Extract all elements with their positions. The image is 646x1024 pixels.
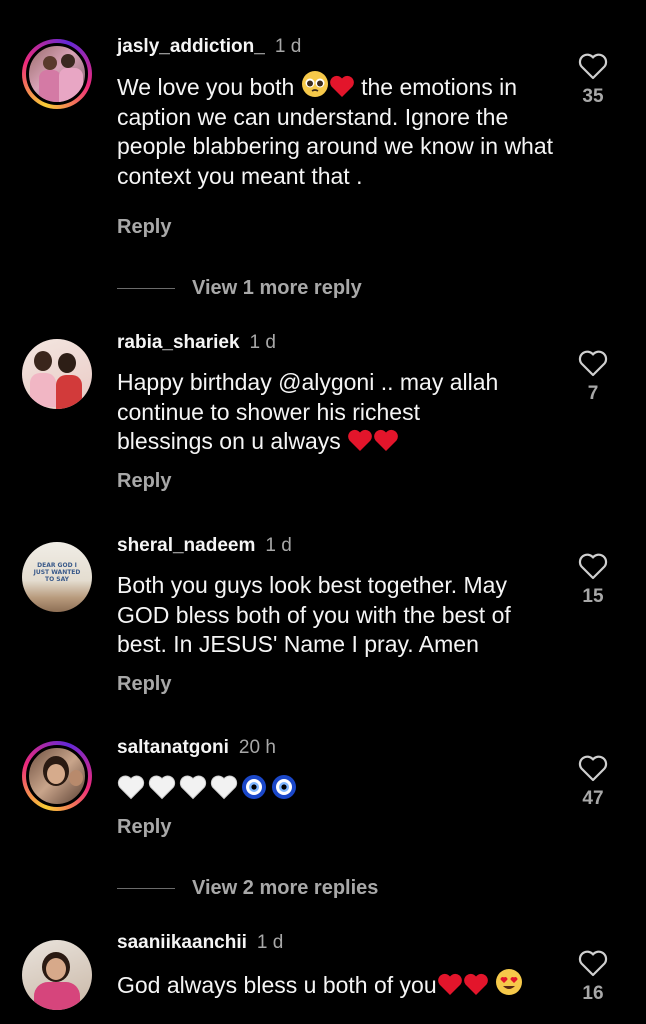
heart-outline-icon[interactable] xyxy=(578,950,608,977)
username[interactable]: sheral_nadeem xyxy=(117,535,255,556)
red-heart-icon xyxy=(463,973,488,995)
comment-time: 1 d xyxy=(249,332,276,353)
red-heart-icon xyxy=(329,75,354,97)
white-heart-icon xyxy=(210,775,238,800)
avatar[interactable] xyxy=(22,39,92,109)
username[interactable]: saaniikaanchii xyxy=(117,932,247,953)
comment-text: Happy birthday @alygoni .. may allah con… xyxy=(117,369,499,454)
reply-button[interactable]: Reply xyxy=(117,816,171,839)
red-heart-icon xyxy=(437,973,462,995)
reply-button[interactable]: Reply xyxy=(117,216,171,239)
white-heart-icon xyxy=(117,775,145,800)
divider xyxy=(117,288,175,289)
comment-emojis xyxy=(117,774,301,804)
pleading-face-icon xyxy=(301,71,328,97)
red-heart-icon xyxy=(348,429,372,451)
avatar[interactable] xyxy=(22,940,92,1010)
comment-text: God always bless u both of you xyxy=(117,968,537,1001)
like-count: 15 xyxy=(582,586,604,607)
nazar-amulet-icon xyxy=(242,775,266,799)
avatar[interactable]: DEAR GOD I JUST WANTED TO SAY xyxy=(22,542,92,612)
like-button[interactable]: 35 xyxy=(574,53,612,108)
like-count: 7 xyxy=(587,383,599,404)
username[interactable]: rabia_shariek xyxy=(117,332,240,353)
like-count: 16 xyxy=(582,983,604,1004)
heart-eyes-icon xyxy=(496,969,523,995)
comment-time: 1 d xyxy=(256,932,284,953)
white-heart-icon xyxy=(179,775,207,800)
view-more-label[interactable]: View 1 more reply xyxy=(192,277,362,300)
comment-text: Both you guys look best together. May GO… xyxy=(117,572,511,657)
view-more-label[interactable]: View 2 more replies xyxy=(192,877,378,900)
like-button[interactable]: 16 xyxy=(574,950,612,1005)
like-count: 35 xyxy=(582,86,604,107)
white-heart-icon xyxy=(148,775,176,800)
reply-button[interactable]: Reply xyxy=(117,470,171,493)
reply-button[interactable]: Reply xyxy=(117,673,171,696)
like-button[interactable]: 15 xyxy=(574,553,612,608)
username[interactable]: saltanatgoni xyxy=(117,737,229,758)
divider xyxy=(117,888,175,889)
like-button[interactable]: 7 xyxy=(574,350,612,405)
comment-time: 1 d xyxy=(274,36,302,57)
red-heart-icon xyxy=(374,429,398,451)
comment-text: We love you both the emotions in caption… xyxy=(117,70,562,191)
avatar[interactable] xyxy=(22,741,92,811)
avatar-caption: DEAR GOD I JUST WANTED TO SAY xyxy=(33,562,81,583)
like-count: 47 xyxy=(582,788,604,809)
like-button[interactable]: 47 xyxy=(574,755,612,810)
heart-outline-icon[interactable] xyxy=(578,553,608,580)
comment-time: 1 d xyxy=(265,535,292,556)
heart-outline-icon[interactable] xyxy=(578,53,608,80)
comment-time: 20 h xyxy=(238,737,276,758)
heart-outline-icon[interactable] xyxy=(578,350,608,377)
heart-outline-icon[interactable] xyxy=(578,755,608,782)
username[interactable]: jasly_addiction_ xyxy=(117,36,265,57)
avatar[interactable] xyxy=(22,339,92,409)
nazar-amulet-icon xyxy=(272,775,296,799)
